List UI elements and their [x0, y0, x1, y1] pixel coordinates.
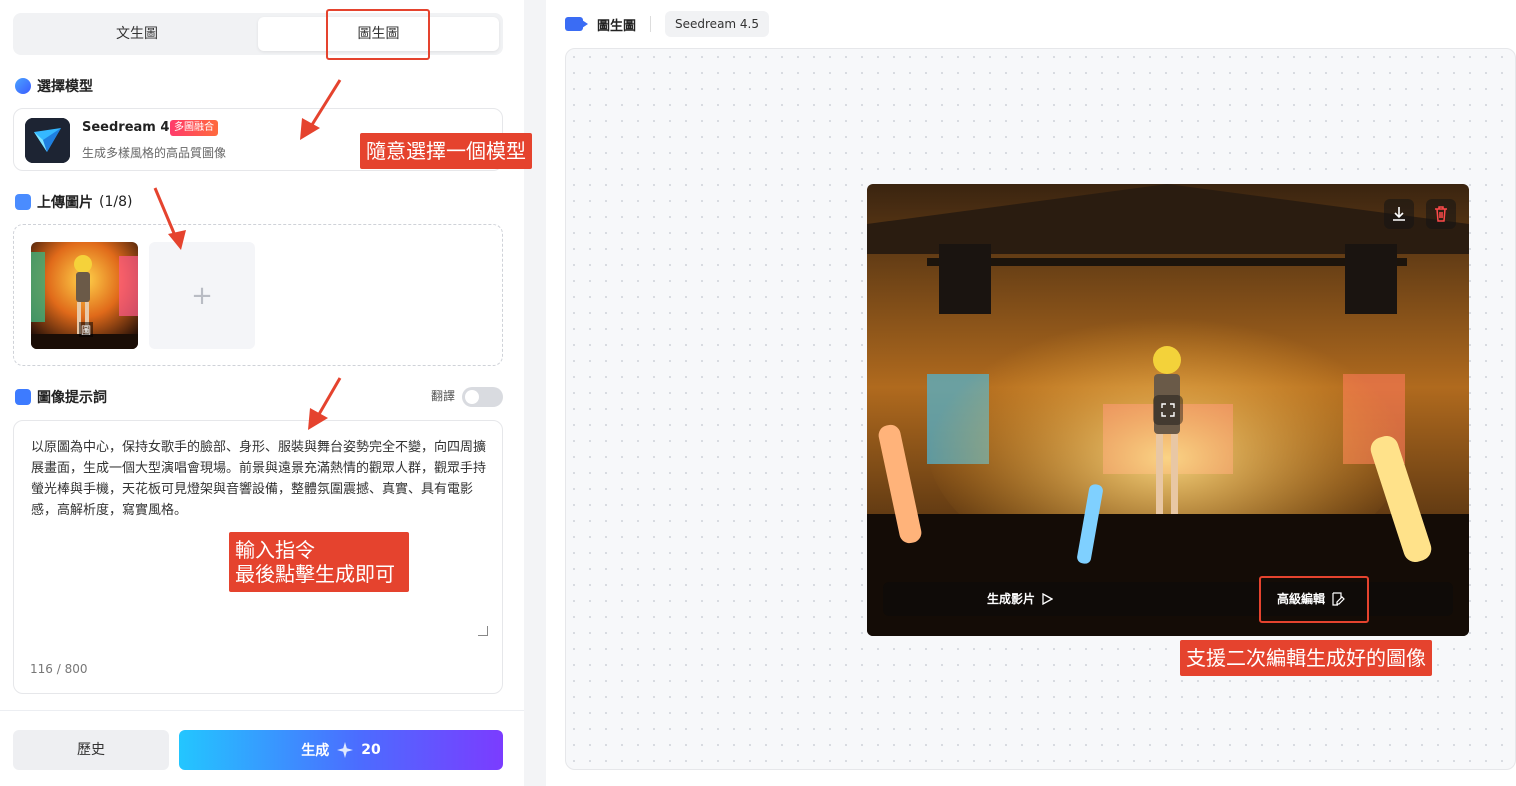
- bottom-divider: [0, 710, 524, 711]
- upload-section-label: 上傳圖片: [37, 195, 93, 211]
- seedream-logo-icon: [25, 118, 70, 163]
- tab-text-to-image[interactable]: 文生圖: [17, 17, 257, 51]
- make-video-label: 生成影片: [987, 592, 1036, 606]
- add-image-button[interactable]: +: [149, 242, 255, 349]
- char-counter: 116 / 800: [30, 662, 88, 676]
- header-separator: [650, 16, 652, 32]
- callout-input-instructions: 輸入指令 最後點擊生成即可: [229, 532, 409, 592]
- model-badge: 多圖融合: [170, 120, 218, 136]
- model-section-title: 選擇模型: [15, 76, 93, 96]
- thumb-label: 圖: [79, 322, 93, 337]
- mode-title: 圖生圖: [597, 18, 637, 34]
- edit-doc-icon: [15, 389, 31, 405]
- translate-label: 翻譯: [431, 389, 456, 403]
- generate-cost: 20: [361, 742, 381, 758]
- generate-label: 生成: [301, 743, 330, 759]
- left-panel: 文生圖 圖生圖 選擇模型 Seedream 4.5 多圖融合 生成多樣風格的高品…: [0, 0, 524, 786]
- video-camera-icon: [565, 17, 588, 31]
- plus-icon: +: [191, 280, 213, 311]
- upload-area[interactable]: 圖 +: [13, 224, 503, 366]
- delete-button[interactable]: [1426, 199, 1456, 229]
- panel-divider: [524, 0, 546, 786]
- highlight-image-to-image-tab: [326, 9, 430, 60]
- expand-button[interactable]: [1153, 395, 1183, 425]
- prompt-section-label: 圖像提示詞: [37, 390, 107, 406]
- callout-input-line1: 輸入指令: [235, 538, 315, 562]
- make-video-button[interactable]: 生成影片: [987, 582, 1054, 616]
- generated-image[interactable]: 生成影片 高級編輯: [867, 184, 1469, 636]
- expand-icon: [1161, 403, 1175, 417]
- download-button[interactable]: [1384, 199, 1414, 229]
- download-icon: [1393, 207, 1405, 221]
- right-header: 圖生圖 Seedream 4.5: [565, 10, 770, 38]
- sparkle-icon: [337, 742, 354, 758]
- uploaded-image-thumbnail[interactable]: 圖: [31, 242, 138, 349]
- upload-count: (1/8): [99, 194, 133, 210]
- upload-section-title: 上傳圖片 (1/8): [15, 192, 132, 212]
- model-section-label: 選擇模型: [37, 79, 93, 95]
- model-icon: [15, 78, 31, 94]
- model-name: Seedream 4.5: [82, 120, 184, 135]
- callout-input-line2: 最後點擊生成即可: [235, 562, 395, 586]
- highlight-advanced-edit: [1259, 576, 1369, 623]
- history-button[interactable]: 歷史: [13, 730, 169, 770]
- trash-icon: [1435, 206, 1447, 222]
- callout-edit-support: 支援二次編輯生成好的圖像: [1180, 640, 1432, 676]
- model-chip: Seedream 4.5: [665, 11, 770, 37]
- resize-handle[interactable]: [478, 626, 488, 636]
- generate-button[interactable]: 生成 20: [179, 730, 503, 770]
- image-icon: [15, 194, 31, 210]
- prompt-section-title: 圖像提示詞: [15, 387, 107, 407]
- prompt-text[interactable]: 以原圖為中心，保持女歌手的臉部、身形、服裝與舞台姿勢完全不變，向四周擴展畫面，生…: [31, 437, 487, 521]
- model-description: 生成多樣風格的高品質圖像: [82, 146, 227, 160]
- play-icon: [1042, 593, 1054, 605]
- callout-choose-model: 隨意選擇一個模型: [360, 133, 532, 169]
- translate-toggle[interactable]: [462, 387, 503, 407]
